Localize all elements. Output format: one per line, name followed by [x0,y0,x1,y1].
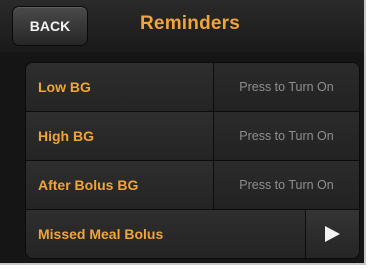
reminder-label: After Bolus BG [38,177,139,193]
low-bg-toggle-button[interactable]: Press to Turn On [213,63,359,111]
reminders-screen: BACK Reminders Low BG Press to Turn On H… [0,0,366,265]
reminders-list: Low BG Press to Turn On High BG Press to… [25,62,360,259]
missed-meal-bolus-open-button[interactable] [305,210,359,258]
page-title: Reminders [140,13,241,34]
reminder-label: High BG [38,128,94,144]
back-button[interactable]: BACK [12,6,88,46]
after-bolus-bg-toggle-button[interactable]: Press to Turn On [213,161,359,209]
reminder-label: Missed Meal Bolus [38,226,164,242]
reminder-row-after-bolus-bg: After Bolus BG Press to Turn On [26,161,359,210]
chevron-right-icon [325,226,340,242]
reminder-row-high-bg: High BG Press to Turn On [26,112,359,161]
reminder-label: Low BG [38,79,91,95]
header-bar: BACK Reminders [0,0,364,52]
high-bg-toggle-button[interactable]: Press to Turn On [213,112,359,160]
reminder-row-missed-meal-bolus[interactable]: Missed Meal Bolus [26,210,359,258]
reminder-row-low-bg: Low BG Press to Turn On [26,63,359,112]
